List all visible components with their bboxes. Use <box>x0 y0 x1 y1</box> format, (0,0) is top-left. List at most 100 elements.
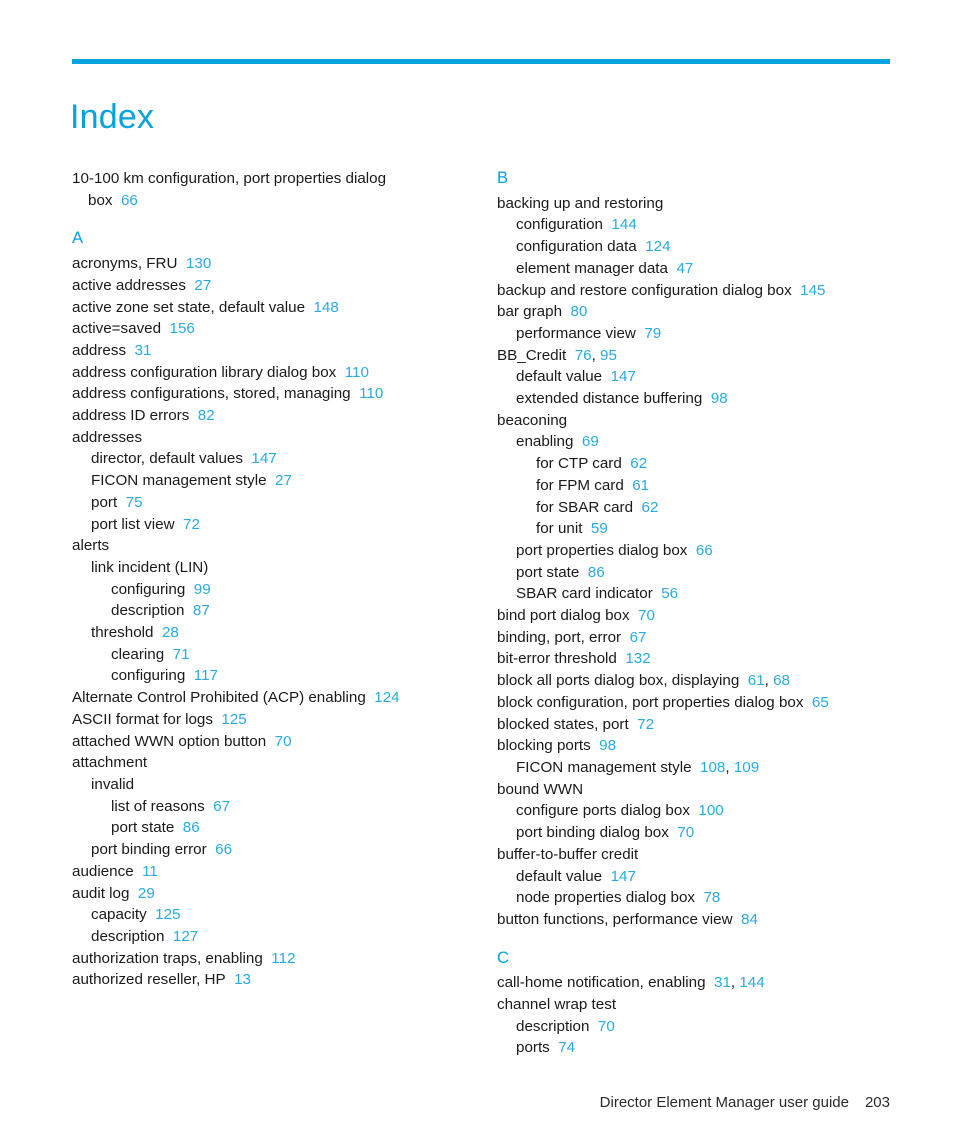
page-reference[interactable]: 27 <box>275 472 292 489</box>
page-reference[interactable]: 124 <box>645 238 670 255</box>
page-reference[interactable]: 59 <box>591 520 608 537</box>
page-reference[interactable]: 62 <box>630 455 647 472</box>
page-reference[interactable]: 62 <box>642 499 659 516</box>
index-entry-spacer <box>792 282 800 299</box>
page-reference[interactable]: 71 <box>173 646 190 663</box>
page-reference[interactable]: 67 <box>630 629 647 646</box>
index-entry-spacer <box>692 759 700 776</box>
page-reference[interactable]: 67 <box>213 798 230 815</box>
index-entry-spacer <box>621 629 629 646</box>
page-reference[interactable]: 61 <box>632 477 649 494</box>
page-reference[interactable]: 76 <box>575 347 592 364</box>
index-entry: backup and restore configuration dialog … <box>497 280 897 302</box>
page-reference[interactable]: 29 <box>138 885 155 902</box>
page-reference[interactable]: 47 <box>676 260 693 277</box>
page-reference[interactable]: 125 <box>221 711 246 728</box>
index-entry: channel wrap test <box>497 994 897 1016</box>
page-reference[interactable]: 145 <box>800 282 825 299</box>
index-entry-text: blocked states, port <box>497 715 629 733</box>
page-reference[interactable]: 70 <box>275 733 292 750</box>
page-reference[interactable]: 65 <box>812 694 829 711</box>
index-entry-text: clearing <box>111 645 165 663</box>
page-reference[interactable]: 112 <box>271 950 295 967</box>
index-entry: attachment <box>72 752 472 774</box>
index-entry: configuration 144 <box>497 214 897 236</box>
page-reference[interactable]: 70 <box>677 824 694 841</box>
page-reference[interactable]: 117 <box>194 667 218 684</box>
page-reference[interactable]: 144 <box>611 216 636 233</box>
page-reference[interactable]: 69 <box>582 433 599 450</box>
page-reference[interactable]: 147 <box>251 450 276 467</box>
index-entry-spacer <box>739 672 747 689</box>
page-reference[interactable]: 74 <box>558 1039 575 1056</box>
index-entry: alerts <box>72 535 472 557</box>
index-entry: threshold 28 <box>72 622 472 644</box>
page-reference[interactable]: 127 <box>173 928 198 945</box>
page-reference[interactable]: 27 <box>194 277 211 294</box>
page-reference[interactable]: 66 <box>215 841 232 858</box>
index-entry-text: configuring <box>111 667 186 685</box>
page-reference[interactable]: 86 <box>183 819 200 836</box>
page-reference[interactable]: 78 <box>703 889 720 906</box>
page-reference[interactable]: 31 <box>714 974 731 991</box>
page-reference[interactable]: 80 <box>570 303 587 320</box>
page-reference[interactable]: 72 <box>637 716 654 733</box>
page-reference[interactable]: 156 <box>170 320 195 337</box>
index-entry-text: configuring <box>111 580 186 598</box>
page-reference[interactable]: 148 <box>313 299 338 316</box>
page-reference[interactable]: 98 <box>711 390 728 407</box>
index-entry-spacer <box>177 255 185 272</box>
page-reference[interactable]: 86 <box>588 564 605 581</box>
index-entry-text: port binding dialog box <box>516 824 669 842</box>
page-reference[interactable]: 84 <box>741 911 758 928</box>
index-entry-text: port <box>91 493 118 511</box>
left-column: 10-100 km configuration, port properties… <box>72 168 472 991</box>
page-reference[interactable]: 87 <box>193 602 210 619</box>
page-reference[interactable]: 70 <box>638 607 655 624</box>
page-reference[interactable]: 72 <box>183 516 200 533</box>
page-reference[interactable]: 99 <box>194 581 211 598</box>
page-reference[interactable]: 56 <box>661 585 678 602</box>
page-reference[interactable]: 11 <box>142 863 158 880</box>
page-reference[interactable]: 108 <box>700 759 725 776</box>
index-entry-text: active addresses <box>72 276 186 294</box>
page-reference[interactable]: 66 <box>121 192 138 209</box>
page-reference[interactable]: 130 <box>186 255 211 272</box>
index-entry-text: description <box>111 602 185 620</box>
page-reference[interactable]: 95 <box>600 347 617 364</box>
page-reference[interactable]: 109 <box>734 759 759 776</box>
page-reference[interactable]: 110 <box>359 385 383 402</box>
page-reference[interactable]: 124 <box>374 689 399 706</box>
index-entry-text: address configuration library dialog box <box>72 363 337 381</box>
page-reference[interactable]: 132 <box>625 650 650 667</box>
index-entry-spacer <box>622 455 630 472</box>
page-reference[interactable]: 82 <box>198 407 215 424</box>
index-entry: active=saved 156 <box>72 318 472 340</box>
index-entry: beaconing <box>497 410 897 432</box>
index-entry-spacer <box>573 433 581 450</box>
index-entry-text: default value <box>516 867 603 885</box>
index-entry: port list view 72 <box>72 514 472 536</box>
page-reference[interactable]: 147 <box>611 368 636 385</box>
page-reference[interactable]: 61 <box>748 672 765 689</box>
index-entry-text: address ID errors <box>72 407 190 425</box>
page-reference[interactable]: 110 <box>345 364 369 381</box>
page-reference[interactable]: 13 <box>234 971 251 988</box>
page-reference[interactable]: 31 <box>135 342 152 359</box>
page-reference[interactable]: 100 <box>698 802 723 819</box>
page-reference[interactable]: 125 <box>155 906 180 923</box>
page-reference[interactable]: 98 <box>599 737 616 754</box>
page-reference[interactable]: 79 <box>644 325 661 342</box>
page-reference[interactable]: 147 <box>611 868 636 885</box>
index-entry-text: button functions, performance view <box>497 910 733 928</box>
page-reference[interactable]: 75 <box>126 494 143 511</box>
index-entry-spacer <box>226 971 234 988</box>
page-reference[interactable]: 144 <box>739 974 764 991</box>
page-reference[interactable]: 28 <box>162 624 179 641</box>
index-entry: description 127 <box>72 926 472 948</box>
page-reference[interactable]: 68 <box>773 672 790 689</box>
index-entry: port binding dialog box 70 <box>497 822 897 844</box>
page-reference[interactable]: 66 <box>696 542 713 559</box>
index-entry: clearing 71 <box>72 644 472 666</box>
page-reference[interactable]: 70 <box>598 1018 615 1035</box>
